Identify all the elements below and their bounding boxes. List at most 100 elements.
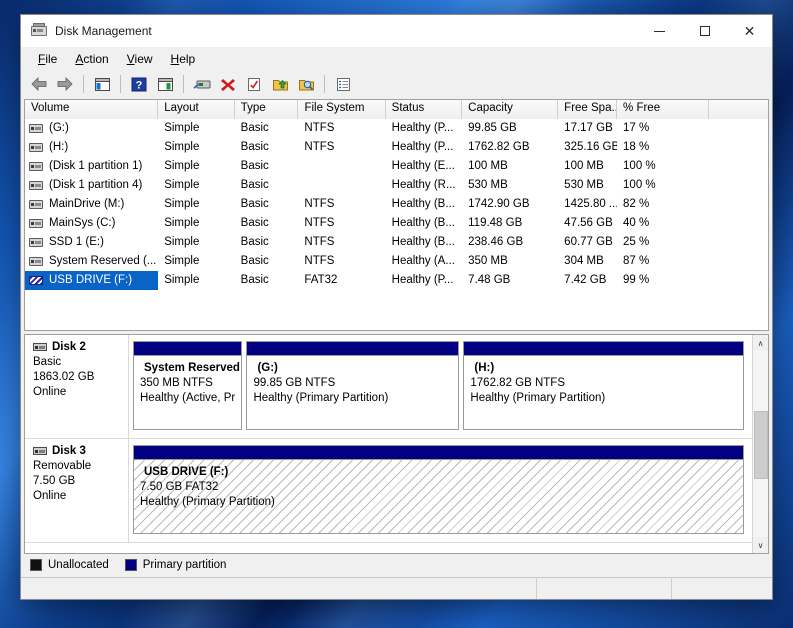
column-header-capacity[interactable]: Capacity: [462, 100, 559, 119]
column-header-spare[interactable]: [709, 100, 768, 119]
volume-status-cell: Healthy (A...: [391, 255, 455, 267]
partition-size-fs: 1762.82 GB NTFS: [470, 377, 565, 389]
volume-row[interactable]: (Disk 1 partition 4) Simple Basic Healthy (…: [25, 176, 768, 195]
minimize-button[interactable]: [637, 15, 682, 47]
volume-row[interactable]: MainDrive (M:) Simple Basic NTFS Healthy (B.…: [25, 195, 768, 214]
show-details-button[interactable]: [331, 73, 355, 95]
volume-freespace-cell: 7.42 GB: [564, 274, 607, 286]
graphical-view-scrollbar[interactable]: ∧ ∨: [752, 335, 768, 553]
forward-button[interactable]: [53, 73, 77, 95]
volume-filesystem-cell: [298, 176, 385, 195]
partition-details: (H:) 1762.82 GB NTFS Healthy (Primary Part…: [464, 356, 743, 429]
volume-list-pane: Volume Layout Type File System Status Capacit…: [24, 99, 769, 331]
volume-row[interactable]: USB DRIVE (F:) Simple Basic FAT32 Healthy (P…: [25, 271, 768, 290]
back-icon: [31, 77, 47, 91]
minimize-icon: [654, 30, 665, 32]
delete-button[interactable]: [216, 73, 240, 95]
disk-size: 7.50 GB: [33, 475, 76, 487]
show-details-icon: [336, 77, 350, 91]
up-one-level-icon: [94, 77, 110, 91]
volume-layout-cell: Simple: [164, 160, 200, 172]
column-header-filesystem[interactable]: File System: [298, 100, 386, 119]
volume-filesystem-cell: NTFS: [304, 236, 335, 248]
drive-icon: [29, 181, 43, 190]
drive-icon: [29, 238, 43, 247]
toolbar-separator-1: [83, 75, 84, 93]
menu-action[interactable]: Action: [66, 49, 117, 69]
partition-size-fs: 99.85 GB NTFS: [253, 377, 336, 389]
volume-row[interactable]: MainSys (C:) Simple Basic NTFS Healthy (B...…: [25, 214, 768, 233]
volume-layout-cell: Simple: [164, 141, 200, 153]
scroll-up-button[interactable]: ∧: [752, 335, 768, 351]
volume-status-cell: Healthy (P...: [391, 122, 454, 134]
help-button[interactable]: ?: [127, 73, 151, 95]
partition-block[interactable]: (G:) 99.85 GB NTFS Healthy (Primary Partit…: [246, 341, 460, 430]
volume-type-cell: Basic: [240, 236, 269, 248]
legend: Unallocated Primary partition: [24, 554, 769, 576]
menu-view[interactable]: View: [118, 49, 162, 69]
volume-name-cell: (Disk 1 partition 4): [25, 176, 158, 195]
volume-filesystem-cell: NTFS: [304, 141, 335, 153]
partition-block[interactable]: USB DRIVE (F:) 7.50 GB FAT32 Healthy (Prim…: [133, 445, 744, 534]
volume-percentfree-cell: 40 %: [623, 217, 650, 229]
volume-name-cell: MainSys (C:): [25, 214, 158, 233]
close-icon: ✕: [743, 23, 756, 39]
disk-row[interactable]: Disk 2 Basic 1863.02 GB Online System Reserv…: [25, 335, 752, 439]
partition-block[interactable]: (H:) 1762.82 GB NTFS Healthy (Primary Part…: [463, 341, 744, 430]
back-button[interactable]: [27, 73, 51, 95]
column-header-type[interactable]: Type: [234, 100, 299, 119]
disk-name: Disk 2: [33, 341, 128, 353]
close-button[interactable]: ✕: [727, 15, 772, 47]
refresh-button[interactable]: [242, 73, 266, 95]
volume-spare-cell: [709, 214, 768, 233]
volume-name-cell: System Reserved (...: [25, 252, 158, 271]
volume-freespace-cell: 60.77 GB: [564, 236, 613, 248]
column-header-layout[interactable]: Layout: [158, 100, 235, 119]
volume-filesystem-cell: NTFS: [304, 217, 335, 229]
volume-percentfree-cell: 17 %: [623, 122, 650, 134]
column-header-status[interactable]: Status: [385, 100, 463, 119]
volume-name-cell: USB DRIVE (F:): [25, 271, 159, 290]
volume-row[interactable]: (Disk 1 partition 1) Simple Basic Healthy (…: [25, 157, 768, 176]
column-header-freespace[interactable]: Free Spa...: [558, 100, 618, 119]
volume-capacity-cell: 7.48 GB: [468, 274, 511, 286]
up-one-level-button[interactable]: [90, 73, 114, 95]
disk-info-panel[interactable]: Disk 2 Basic 1863.02 GB Online: [25, 335, 129, 438]
export-list-button[interactable]: [268, 73, 292, 95]
drive-icon: [29, 257, 43, 266]
volume-row[interactable]: SSD 1 (E:) Simple Basic NTFS Healthy (B... 23…: [25, 233, 768, 252]
properties-drive-button[interactable]: [190, 73, 214, 95]
partition-status: Healthy (Primary Partition): [470, 392, 606, 404]
maximize-button[interactable]: [682, 15, 727, 47]
scrollbar-track[interactable]: [752, 351, 768, 537]
volume-row[interactable]: (G:) Simple Basic NTFS Healthy (P... 99.85 GB…: [25, 119, 768, 138]
volume-freespace-cell: 304 MB: [564, 255, 604, 267]
partition-container: System Reserved 350 MB NTFS Healthy (Activ…: [129, 335, 752, 438]
disk-info-panel[interactable]: Disk 3 Removable 7.50 GB Online: [25, 439, 129, 542]
menu-help[interactable]: Help: [162, 49, 205, 69]
scroll-down-button[interactable]: ∨: [752, 537, 768, 553]
partition-block[interactable]: System Reserved 350 MB NTFS Healthy (Activ…: [133, 341, 243, 430]
partition-container: USB DRIVE (F:) 7.50 GB FAT32 Healthy (Prim…: [129, 439, 752, 542]
volume-spare-cell: [709, 233, 768, 252]
volume-row[interactable]: System Reserved (... Simple Basic NTFS Healt…: [25, 252, 768, 271]
partition-status: Healthy (Primary Partition): [140, 496, 275, 508]
volume-type-cell: Basic: [240, 141, 269, 153]
partition-title: (G:): [257, 362, 278, 374]
column-header-percentfree[interactable]: % Free: [617, 100, 710, 119]
content-area: Volume Layout Type File System Status Capacit…: [21, 97, 772, 576]
toolbar-separator-4: [324, 75, 325, 93]
toolbar-separator-2: [120, 75, 121, 93]
maximize-icon: [699, 26, 710, 36]
disk-status: Online: [33, 490, 67, 502]
volume-label: (Disk 1 partition 1): [49, 160, 143, 172]
volume-row[interactable]: (H:) Simple Basic NTFS Healthy (P... 1762.82 …: [25, 138, 768, 157]
menu-file[interactable]: File: [29, 49, 66, 69]
volume-label: MainSys (C:): [49, 217, 116, 229]
scrollbar-thumb[interactable]: [753, 411, 768, 479]
show-hide-console-tree-button[interactable]: [153, 73, 177, 95]
rescan-disks-button[interactable]: [294, 73, 318, 95]
disk-row[interactable]: Disk 3 Removable 7.50 GB Online USB DRIVE (F…: [25, 439, 752, 543]
window-title: Disk Management: [55, 24, 152, 38]
column-header-volume[interactable]: Volume: [25, 100, 159, 119]
